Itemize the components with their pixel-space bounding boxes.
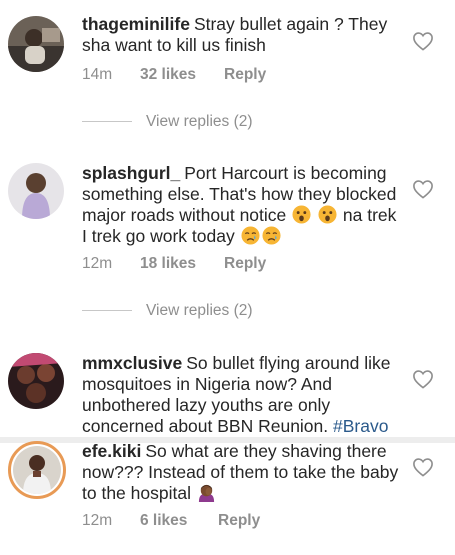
heart-outline-icon[interactable] (412, 457, 434, 477)
comments-list: thageminilife Stray bullet again ? They s… (0, 0, 455, 555)
hashtag-link[interactable]: #Bravo (333, 416, 388, 436)
heart-outline-icon[interactable] (412, 31, 434, 51)
astonished-face-icon (292, 205, 311, 224)
view-replies-button[interactable]: View replies (2) (82, 113, 253, 131)
likes-count[interactable]: 6 likes (140, 512, 218, 530)
comment-time: 12m (82, 255, 113, 272)
view-replies-button[interactable]: View replies (2) (82, 302, 253, 320)
avatar (13, 446, 61, 494)
view-replies-label: View replies (2) (146, 302, 253, 319)
comment-time: 14m (82, 66, 113, 83)
view-replies-label: View replies (2) (146, 113, 253, 130)
likes-count[interactable]: 32 likes (140, 66, 224, 84)
heart-outline-icon[interactable] (412, 179, 434, 199)
likes-count[interactable]: 18 likes (140, 255, 224, 273)
comment-username[interactable]: thageminilife (82, 14, 190, 34)
astonished-face-icon (318, 205, 337, 224)
avatar[interactable] (8, 353, 64, 409)
woman-facepalming-icon (197, 483, 216, 502)
reply-button[interactable]: Reply (224, 66, 266, 84)
comment-username[interactable]: efe.kiki (82, 441, 141, 461)
avatar-story-ring[interactable] (8, 441, 66, 499)
replies-divider-line (82, 310, 132, 312)
heart-outline-icon[interactable] (412, 369, 434, 389)
avatar[interactable] (8, 16, 64, 72)
crying-face-icon (241, 226, 260, 245)
reply-button[interactable]: Reply (218, 512, 260, 530)
avatar[interactable] (8, 163, 64, 219)
comment-time: 12m (82, 512, 113, 529)
replies-divider-line (82, 121, 132, 123)
crying-face-icon (262, 226, 281, 245)
reply-button[interactable]: Reply (224, 255, 266, 273)
comment-username[interactable]: splashgurl_ (82, 163, 180, 183)
comment-username[interactable]: mmxclusive (82, 353, 182, 373)
